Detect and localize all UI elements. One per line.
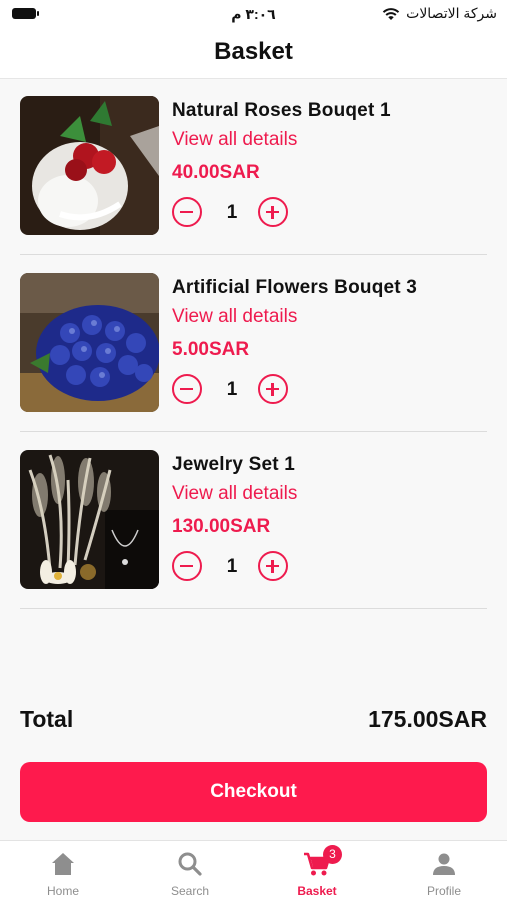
- status-bar: ٣:٠٦ م شركة الاتصالات: [0, 0, 507, 30]
- basket-item: Natural Roses Bouqet 1 View all details …: [20, 96, 487, 255]
- status-right: شركة الاتصالات: [382, 5, 497, 22]
- decrease-quantity-button[interactable]: [172, 551, 202, 581]
- quantity-stepper: 1: [172, 551, 302, 587]
- item-name: Natural Roses Bouqet 1: [172, 100, 391, 121]
- tab-home[interactable]: Home: [0, 841, 126, 901]
- view-details-link[interactable]: View all details: [172, 129, 297, 151]
- product-image-blue-roses[interactable]: [20, 273, 159, 412]
- page-title: Basket: [214, 38, 293, 65]
- tab-search[interactable]: Search: [127, 841, 253, 901]
- carrier-label: شركة الاتصالات: [406, 5, 497, 21]
- wifi-icon: [382, 7, 400, 21]
- tab-basket-label: Basket: [297, 884, 337, 898]
- home-icon: [50, 851, 76, 882]
- increase-quantity-button[interactable]: [258, 197, 288, 227]
- quantity-value: 1: [226, 556, 238, 577]
- increase-quantity-button[interactable]: [258, 551, 288, 581]
- decrease-quantity-button[interactable]: [172, 197, 202, 227]
- tab-basket[interactable]: 3 Basket: [254, 841, 380, 901]
- view-details-link[interactable]: View all details: [172, 306, 297, 328]
- item-price: 40.00SAR: [172, 162, 260, 183]
- tab-profile-label: Profile: [426, 884, 461, 898]
- search-icon: [177, 851, 203, 882]
- product-image-jewelry-set[interactable]: [20, 450, 159, 589]
- item-price: 130.00SAR: [172, 516, 271, 537]
- item-price: 5.00SAR: [172, 339, 250, 360]
- quantity-stepper: 1: [172, 197, 302, 233]
- total-value: 175.00SAR: [368, 706, 487, 732]
- basket-item: Jewelry Set 1 View all details 130.00SAR…: [20, 450, 487, 609]
- quantity-value: 1: [226, 202, 238, 223]
- total-label: Total: [20, 706, 74, 732]
- increase-quantity-button[interactable]: [258, 374, 288, 404]
- item-name: Artificial Flowers Bouqet 3: [172, 277, 418, 298]
- header: Basket: [0, 30, 507, 79]
- decrease-quantity-button[interactable]: [172, 374, 202, 404]
- person-icon: [431, 851, 457, 882]
- tab-home-label: Home: [46, 884, 79, 898]
- tab-profile[interactable]: Profile: [381, 841, 507, 901]
- product-image-red-roses[interactable]: [20, 96, 159, 235]
- quantity-stepper: 1: [172, 374, 302, 410]
- tab-search-label: Search: [170, 884, 210, 898]
- checkout-button[interactable]: Checkout: [20, 762, 487, 822]
- basket-list: Natural Roses Bouqet 1 View all details …: [20, 96, 487, 627]
- item-name: Jewelry Set 1: [172, 454, 296, 475]
- cart-count-badge: 3: [323, 845, 342, 864]
- tab-bar: Home Search 3 Basket Profile: [0, 840, 507, 901]
- basket-item: Artificial Flowers Bouqet 3 View all det…: [20, 273, 487, 432]
- quantity-value: 1: [226, 379, 238, 400]
- view-details-link[interactable]: View all details: [172, 483, 297, 505]
